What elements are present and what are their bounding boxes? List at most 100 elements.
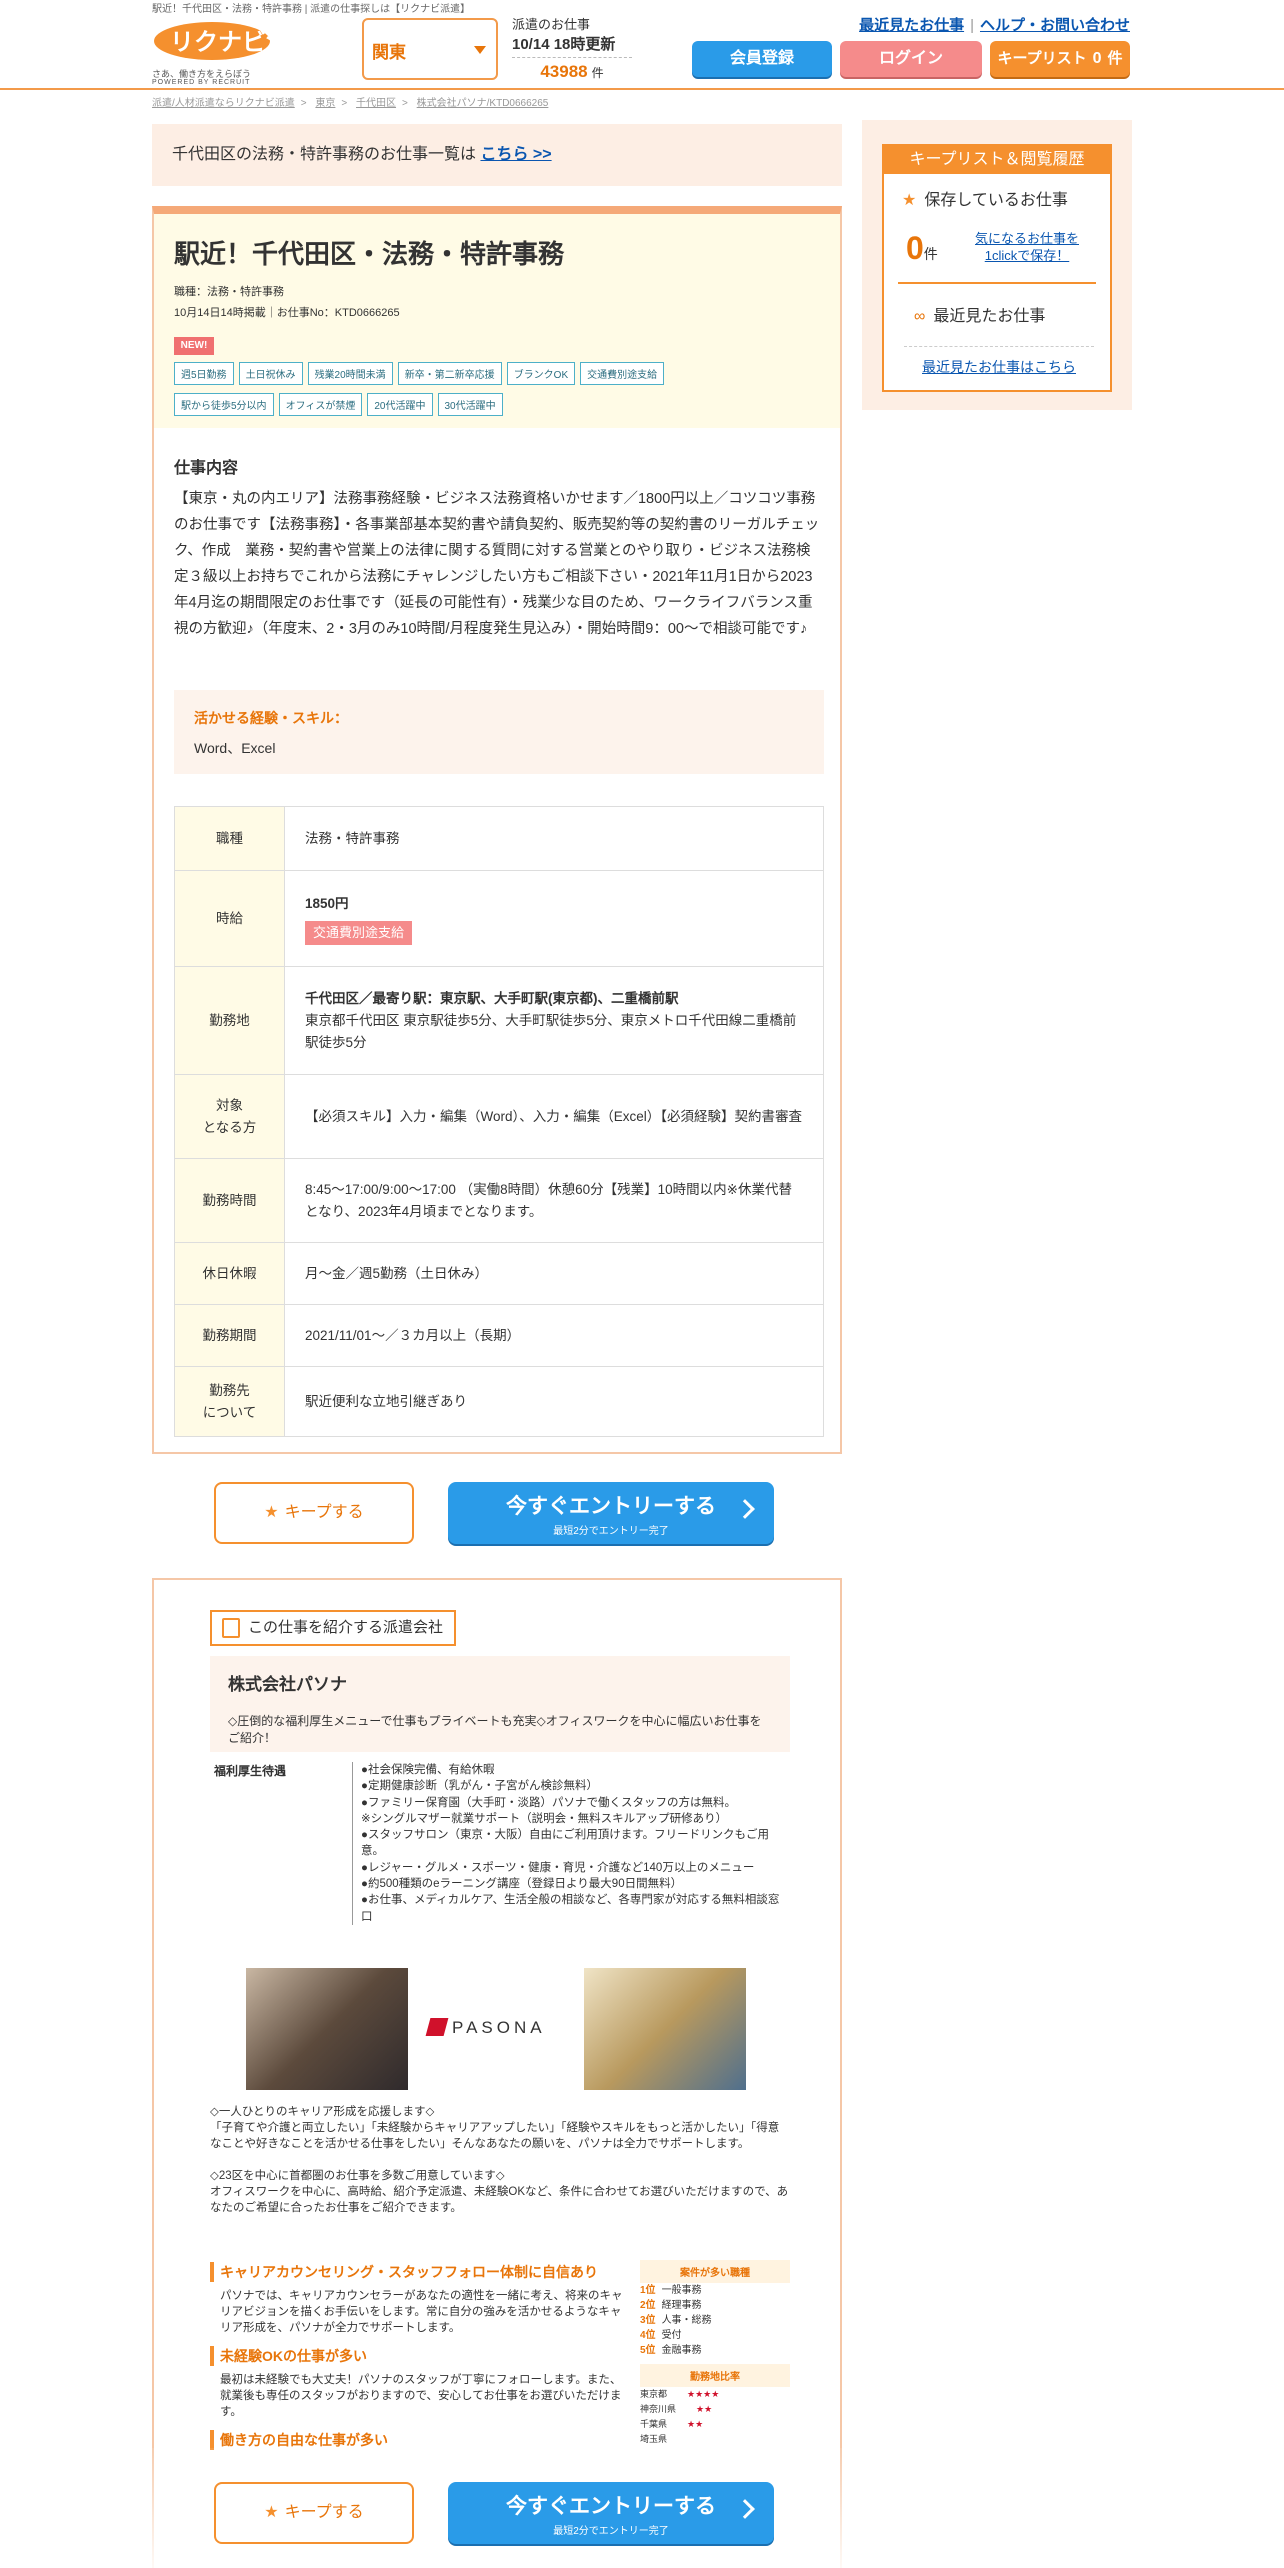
rank-item: 4位 受付: [640, 2330, 682, 2341]
staff-photo: [246, 1968, 408, 2090]
rank-item: 2位 経理事務: [640, 2300, 702, 2311]
job-tags: 週5日勤務 土日祝休み 残業20時間未満 新卒・第二新卒応援 ブランクOK 交通費別途支給…: [174, 362, 814, 424]
area-item: 神奈川県 ★★: [640, 2404, 713, 2414]
rank-item: 3位 人事・総務: [640, 2315, 712, 2326]
help-link[interactable]: ヘルプ・お問い合わせ: [980, 17, 1130, 34]
row-header: 休日休暇: [174, 1242, 285, 1305]
recent-jobs-link[interactable]: 最近見たお仕事: [859, 17, 964, 34]
building-icon: [222, 1618, 240, 1638]
job-tag: 交通費別途支給: [580, 362, 665, 385]
job-tag: 週5日勤務: [174, 362, 234, 385]
job-tag: 土日祝休み: [238, 362, 303, 385]
logo-powered: POWERED BY RECRUIT: [152, 79, 251, 86]
row-header: 勤務地: [174, 966, 285, 1075]
breadcrumb-item[interactable]: 派遣/人材派遣ならリクナビ派遣: [152, 98, 295, 109]
logo-badge: リクナビ派遣: [154, 22, 314, 60]
keep-button-sticky[interactable]: ★ キープする: [214, 2482, 414, 2544]
saved-jobs-label: ★ 保存しているお仕事: [902, 192, 1068, 209]
keeplist-panel: キープリスト＆閲覧履歴 ★ 保存しているお仕事 0件 気になるお仕事を1click…: [882, 144, 1112, 392]
star-icon: ★: [264, 2504, 279, 2521]
skill-label: 活かせる経験・スキル：: [194, 710, 348, 726]
table-row: 勤務期間 2021/11/01～／３カ月以上（長期）: [174, 1304, 824, 1367]
row-header: 勤務先 について: [174, 1366, 285, 1437]
entry-sub: 最短2分でエントリー完了: [553, 2526, 669, 2537]
job-header: 駅近！千代田区・法務・特許事務 職種：法務・特許事務 10月14日14時掲載｜お…: [154, 214, 840, 428]
breadcrumb-item[interactable]: 東京: [315, 98, 335, 109]
location-station: 千代田区／最寄り駅：東京駅、大手町駅(東京都)、二重橋前駅: [305, 990, 679, 1006]
divider: [898, 282, 1096, 284]
recent-jobs-label: ∞ 最近見たお仕事: [914, 308, 1046, 325]
entry-button-sticky[interactable]: 今すぐエントリーする 最短2分でエントリー完了: [448, 2482, 774, 2544]
login-button[interactable]: ログイン: [840, 41, 982, 77]
company-features: キャリアカウンセリング・スタッフフォロー体制に自信あり パソナでは、キャリアカウ…: [210, 2262, 628, 2456]
cta-area: ★ キープする 今すぐエントリーする 最短2分でエントリー完了: [0, 1480, 1284, 1550]
entry-label: 今すぐエントリーする: [506, 2495, 716, 2518]
saved-count: 0件: [906, 230, 938, 266]
update-time: 10/14 18時更新: [512, 33, 632, 58]
star-icon: ★: [264, 1504, 279, 1521]
breadcrumb-item[interactable]: 千代田区: [356, 98, 396, 109]
entry-sub: 最短2分でエントリー完了: [553, 1526, 669, 1537]
row-header: 時給: [174, 870, 285, 967]
row-header: 対象 となる方: [174, 1074, 285, 1159]
row-header: 勤務期間: [174, 1304, 285, 1367]
row-value: 駅近便利な立地引継ぎあり: [284, 1366, 824, 1437]
row-header: 勤務時間: [174, 1158, 285, 1243]
area-item: 千葉県 ★★: [640, 2419, 704, 2429]
category-notice: 千代田区の法務・特許事務のお仕事一覧は こちら >>: [152, 124, 842, 186]
feature-text: 最初は未経験でも大丈夫！パソナのスタッフが丁寧にフォローします。また、就業後も専…: [220, 2374, 622, 2418]
rank-item: 1位 一般事務: [640, 2285, 702, 2296]
category-list-link[interactable]: こちら >>: [480, 146, 551, 163]
row-value: 8:45～17:00/9:00～17:00 （実働8時間）休憩60分【残業】10…: [284, 1158, 824, 1243]
keeplist-button[interactable]: キープリスト 0 件: [990, 41, 1130, 77]
table-row: 勤務先 について 駅近便利な立地引継ぎあり: [174, 1366, 824, 1437]
location-detail: 東京都千代田区 東京駅徒歩5分、大手町駅徒歩5分、東京メトロ千代田線二重橋前駅徒…: [305, 1012, 797, 1050]
logo[interactable]: リクナビ派遣 さあ、働き方をえらぼう POWERED BY RECRUIT: [152, 20, 347, 90]
jobs-label: 派遣のお仕事: [512, 17, 591, 32]
job-info-table: 職種 法務・特許事務 時給 1850円 交通費別途支給 勤務地 千代田区／最寄り駅…: [174, 806, 824, 1437]
page-title-note: 駅近！千代田区・法務・特許事務 | 派遣の仕事探しは【リクナビ派遣】: [152, 4, 471, 15]
table-row: 勤務地 千代田区／最寄り駅：東京駅、大手町駅(東京都)、二重橋前駅東京都千代田区…: [174, 966, 824, 1075]
sticky-cta: ★ キープする 今すぐエントリーする 最短2分でエントリー完了: [0, 2480, 1284, 2550]
pasona-logo: PASONA: [452, 2018, 546, 2037]
wage-value: 1850円: [305, 895, 349, 911]
job-count: 43988 件: [540, 62, 604, 81]
new-badge: NEW!: [174, 337, 214, 355]
job-tag: 駅から徒歩5分以内: [174, 393, 274, 416]
rank-item: 5位 金融事務: [640, 2345, 702, 2356]
region-select[interactable]: 関東: [362, 18, 498, 80]
member-register-button[interactable]: 会員登録: [692, 41, 832, 77]
ranking-title: 案件が多い職種: [640, 2260, 790, 2283]
entry-button[interactable]: 今すぐエントリーする 最短2分でエントリー完了: [448, 1482, 774, 1544]
transport-badge: 交通費別途支給: [305, 920, 413, 945]
skill-box: 活かせる経験・スキル： Word、Excel: [174, 690, 824, 774]
feature-text: パソナでは、キャリアカウンセラーがあなたの適性を一緒に考え、将来のキャリアビジョ…: [220, 2290, 623, 2334]
job-posted: 10月14日14時掲載｜お仕事No：KTD0666265: [174, 307, 400, 319]
header: リクナビ派遣 さあ、働き方をえらぼう POWERED BY RECRUIT 関東…: [0, 14, 1284, 90]
keeplist-title: キープリスト＆閲覧履歴: [884, 146, 1110, 174]
table-row: 休日休暇 月～金／週5勤務（土日休み）: [174, 1242, 824, 1305]
skill-value: Word、Excel: [194, 740, 276, 756]
row-value: 法務・特許事務: [284, 806, 824, 871]
section-title: 仕事内容: [174, 460, 239, 477]
feature-heading: 働き方の自由な仕事が多い: [210, 2430, 628, 2450]
recent-jobs-sidebar-link[interactable]: 最近見たお仕事はこちら: [904, 346, 1094, 377]
job-tag: 20代活躍中: [367, 393, 433, 416]
job-tag: 残業20時間未満: [307, 362, 393, 385]
company-intro: ◇圧倒的な福利厚生メニューで仕事もプライベートも充実◇オフィスワークを中心に幅広…: [228, 1714, 762, 1745]
table-row: 時給 1850円交通費別途支給: [174, 870, 824, 967]
area-item: 埼玉県: [640, 2434, 668, 2444]
benefits-list: ●社会保険完備、有給休暇 ●定期健康診断（乳がん・子宮がん検診無料） ●ファミリ…: [352, 1762, 784, 1925]
star-icon: ★: [902, 192, 917, 209]
job-tag: オフィスが禁煙: [278, 393, 363, 416]
company-section: この仕事を紹介する派遣会社 株式会社パソナ ◇圧倒的な福利厚生メニューで仕事もプ…: [152, 1578, 842, 2568]
top-links: 最近見たお仕事 | ヘルプ・お問い合わせ: [859, 17, 1130, 34]
feature-heading: 未経験OKの仕事が多い: [210, 2346, 628, 2366]
save-hint-link[interactable]: 気になるお仕事を1clickで保存！: [962, 230, 1092, 264]
feature-heading: キャリアカウンセリング・スタッフフォロー体制に自信あり: [210, 2262, 628, 2282]
staff-photo: [584, 1968, 746, 2090]
breadcrumb-item[interactable]: 株式会社パソナ/KTD0666265: [417, 98, 549, 109]
job-description: 【東京・丸の内エリア】法務事務経験・ビジネス法務資格いかせます／1800円以上／…: [174, 491, 820, 637]
keep-button[interactable]: ★ キープする: [214, 1482, 414, 1544]
entry-label: 今すぐエントリーする: [506, 1495, 716, 1518]
